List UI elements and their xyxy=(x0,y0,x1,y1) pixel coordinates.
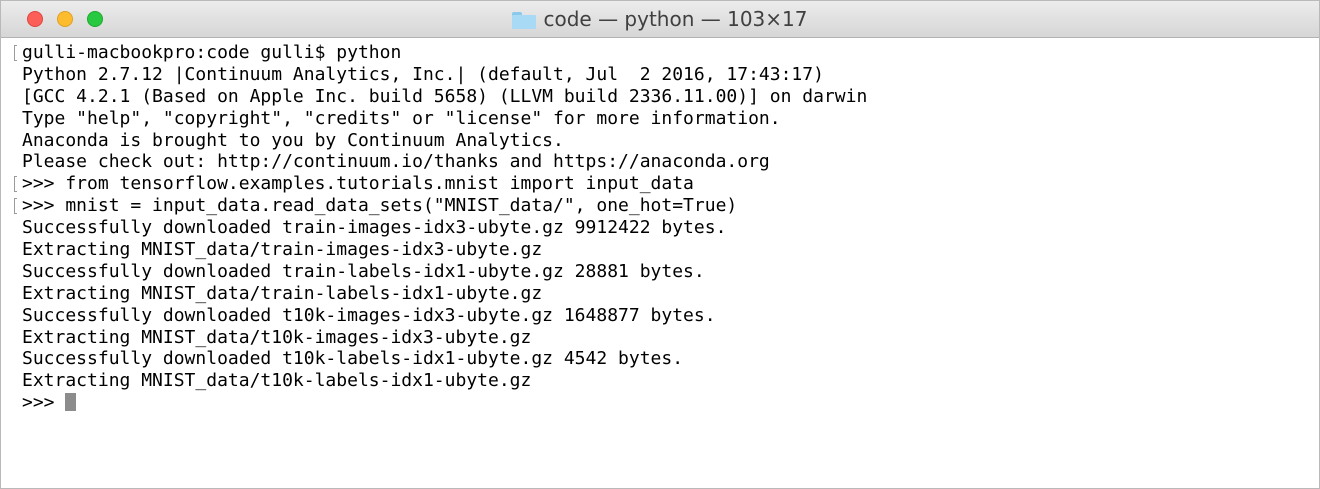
window-title-area: code — python — 103×17 xyxy=(1,1,1319,37)
command-mark xyxy=(14,176,17,193)
folder-icon xyxy=(512,11,537,29)
terminal-line: [GCC 4.2.1 (Based on Apple Inc. build 56… xyxy=(1,86,1319,108)
terminal-line-text: >>> from tensorflow.examples.tutorials.m… xyxy=(22,173,694,195)
terminal-line-text: [GCC 4.2.1 (Based on Apple Inc. build 56… xyxy=(22,85,868,107)
terminal-line-text: Successfully downloaded t10k-labels-idx1… xyxy=(22,348,684,370)
terminal-line-text: Type "help", "copyright", "credits" or "… xyxy=(22,107,781,129)
terminal-line-text: Extracting MNIST_data/t10k-images-idx3-u… xyxy=(22,326,532,348)
terminal-line: Successfully downloaded train-labels-idx… xyxy=(1,261,1319,283)
terminal-line-text: >>> mnist = input_data.read_data_sets("M… xyxy=(22,195,738,217)
minimize-button[interactable] xyxy=(57,11,73,27)
terminal-line-text: Python 2.7.12 |Continuum Analytics, Inc.… xyxy=(22,63,824,85)
prompt-line[interactable]: >>> xyxy=(1,392,1319,414)
terminal-line: Extracting MNIST_data/train-images-idx3-… xyxy=(1,239,1319,261)
terminal-line: Please check out: http://continuum.io/th… xyxy=(1,151,1319,173)
terminal-line: Successfully downloaded t10k-labels-idx1… xyxy=(1,348,1319,370)
terminal-line-text: Extracting MNIST_data/train-labels-idx1-… xyxy=(22,282,543,304)
window-title: code — python — 103×17 xyxy=(543,7,808,31)
terminal-line: Successfully downloaded train-images-idx… xyxy=(1,217,1319,239)
command-mark xyxy=(14,45,17,61)
close-button[interactable] xyxy=(27,11,43,27)
terminal-line: Extracting MNIST_data/train-labels-idx1-… xyxy=(1,283,1319,305)
terminal-line-text: gulli-macbookpro:code gulli$ python xyxy=(22,42,402,63)
window-controls xyxy=(27,11,103,27)
terminal-line: Anaconda is brought to you by Continuum … xyxy=(1,130,1319,152)
prompt-text: >>> xyxy=(22,392,66,414)
terminal-line: Successfully downloaded t10k-images-idx3… xyxy=(1,305,1319,327)
terminal-line-text: Anaconda is brought to you by Continuum … xyxy=(22,129,564,151)
terminal-line: Python 2.7.12 |Continuum Analytics, Inc.… xyxy=(1,64,1319,86)
terminal-line-text: Successfully downloaded t10k-images-idx3… xyxy=(22,304,716,326)
title-bar[interactable]: code — python — 103×17 xyxy=(1,1,1319,38)
terminal-line: Type "help", "copyright", "credits" or "… xyxy=(1,108,1319,130)
terminal-line: >>> mnist = input_data.read_data_sets("M… xyxy=(1,195,1319,217)
terminal-line: >>> from tensorflow.examples.tutorials.m… xyxy=(1,173,1319,195)
terminal-line-text: Extracting MNIST_data/train-images-idx3-… xyxy=(22,239,543,261)
terminal-line-text: Extracting MNIST_data/t10k-labels-idx1-u… xyxy=(22,370,532,392)
zoom-button[interactable] xyxy=(87,11,103,27)
terminal-line: Extracting MNIST_data/t10k-images-idx3-u… xyxy=(1,327,1319,349)
terminal-line: gulli-macbookpro:code gulli$ python xyxy=(1,42,1319,64)
terminal-line-text: Successfully downloaded train-labels-idx… xyxy=(22,260,705,282)
terminal-line-text: Successfully downloaded train-images-idx… xyxy=(22,217,727,239)
text-cursor xyxy=(65,393,77,412)
command-mark xyxy=(14,198,17,215)
terminal-line: Extracting MNIST_data/t10k-labels-idx1-u… xyxy=(1,370,1319,392)
terminal-window: code — python — 103×17 gulli-macbookpro:… xyxy=(0,0,1320,489)
terminal-line-text: Please check out: http://continuum.io/th… xyxy=(22,151,770,173)
terminal-output[interactable]: gulli-macbookpro:code gulli$ python Pyth… xyxy=(1,38,1319,414)
